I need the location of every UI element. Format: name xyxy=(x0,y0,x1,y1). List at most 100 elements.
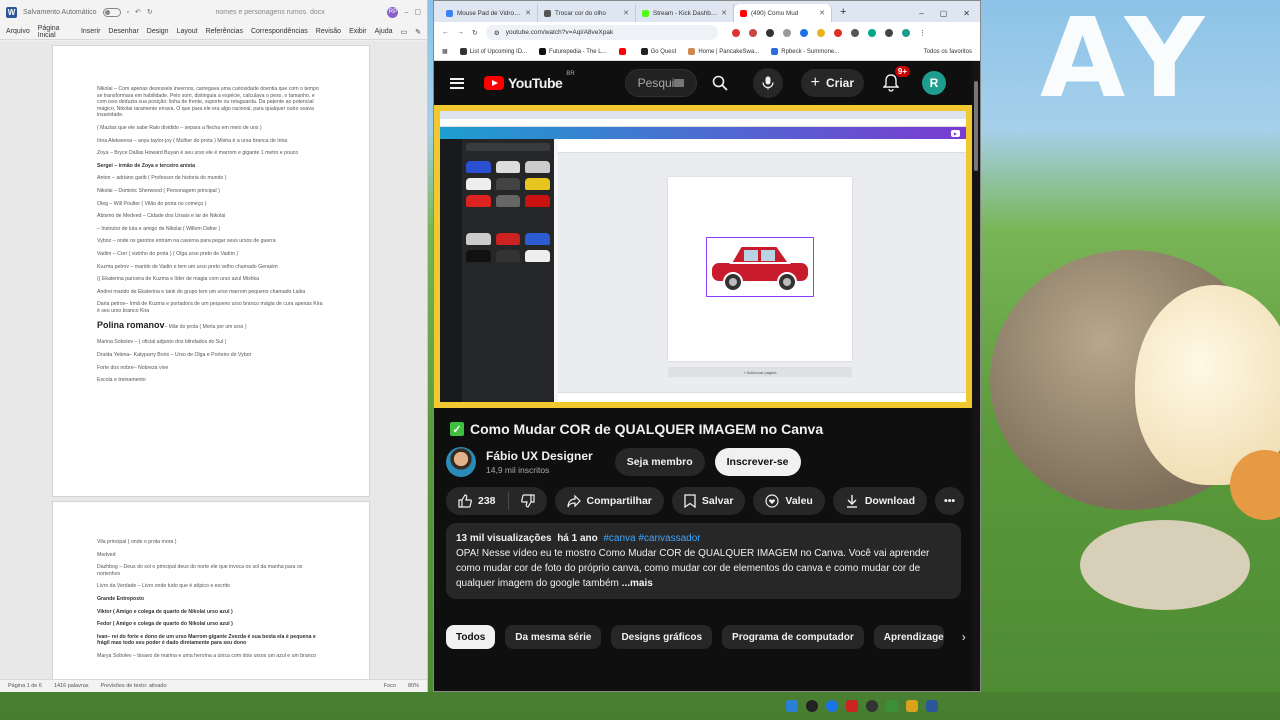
menu-dots-icon[interactable]: ⋮ xyxy=(919,29,926,37)
extension-icon[interactable] xyxy=(782,28,791,37)
paragraph[interactable]: Nikolai – Com apenas dezesseis invernos,… xyxy=(97,86,325,119)
keyboard-icon[interactable] xyxy=(674,79,684,87)
video-frame[interactable]: ▶ + Adicionar página xyxy=(440,111,966,402)
paragraph[interactable]: Irina Alekseeva – anya taylor-joy ( Mulh… xyxy=(97,138,325,145)
menu-arquivo[interactable]: Arquivo xyxy=(6,28,30,35)
paragraph[interactable]: – Instrutor de luta e amigo de Nikolai (… xyxy=(97,226,325,233)
puzzle-icon[interactable] xyxy=(884,28,893,37)
browser-tab[interactable]: Mouse Pad de Vidro GLA ✕ xyxy=(440,4,538,22)
folder-icon[interactable] xyxy=(906,700,918,712)
chip-same-series[interactable]: Da mesma série xyxy=(505,625,602,649)
app-icon[interactable] xyxy=(886,700,898,712)
paragraph[interactable]: (( Ekaterina parceira de Kuzma e líder d… xyxy=(97,276,325,283)
editing-icon[interactable]: ✎ xyxy=(415,28,421,36)
all-bookmarks-folder[interactable]: Todos os favoritos xyxy=(924,49,972,55)
join-button[interactable]: Seja membro xyxy=(614,448,705,476)
comments-icon[interactable]: ▭ xyxy=(401,28,408,36)
menu-inserir[interactable]: Inserir xyxy=(81,28,100,35)
document-page-2[interactable]: Vila principal ( onde o prota mora ) Medv… xyxy=(52,501,370,679)
maximize-icon[interactable]: ▢ xyxy=(940,9,948,18)
more-actions-button[interactable]: ••• xyxy=(935,487,965,515)
extension-icon[interactable] xyxy=(731,28,740,37)
profile-icon[interactable] xyxy=(901,28,910,37)
extension-icon[interactable] xyxy=(765,28,774,37)
new-tab-icon[interactable]: + xyxy=(832,6,854,22)
browser-tab[interactable]: Stream - Kick Dashboard ✕ xyxy=(636,4,734,22)
account-avatar[interactable]: R xyxy=(922,71,947,95)
video-description[interactable]: 13 mil visualizações há 1 ano #canva #ca… xyxy=(446,523,961,599)
paragraph[interactable]: Fedor ( Amigo e colega de quarto do Niko… xyxy=(97,621,325,628)
subscribe-button[interactable]: Inscrever-se xyxy=(714,448,801,476)
document-page-1[interactable]: Nikolai – Com apenas dezesseis invernos,… xyxy=(52,45,370,497)
paragraph[interactable]: Marya Sobolev – bisavo de marina e uma h… xyxy=(97,653,325,660)
extension-icon[interactable] xyxy=(816,28,825,37)
text-predictions[interactable]: Previsões de texto: ativado xyxy=(101,683,167,689)
undo-icon[interactable]: ↶ xyxy=(135,8,141,16)
paragraph[interactable]: Viktor ( Amigo e colega de quarto de Nik… xyxy=(97,609,325,616)
paragraph[interactable]: Forte dos nobre– Nobreza vive xyxy=(97,365,325,372)
download-button[interactable]: Download xyxy=(832,487,928,515)
maximize-icon[interactable]: ▢ xyxy=(414,8,421,16)
paragraph[interactable]: Medved xyxy=(97,552,325,559)
menu-desenhar[interactable]: Desenhar xyxy=(108,28,138,35)
windows-icon[interactable] xyxy=(786,700,798,712)
video-player[interactable]: ▶ + Adicionar página xyxy=(434,105,972,408)
extension-icon[interactable] xyxy=(748,28,757,37)
menu-correspondencias[interactable]: Correspondências xyxy=(251,28,308,35)
menu-ajuda[interactable]: Ajuda xyxy=(375,28,393,35)
paragraph[interactable]: Abismo de Medved – Cidade dos Ursais e l… xyxy=(97,213,325,220)
apps-icon[interactable]: ▦ xyxy=(442,48,448,55)
close-icon[interactable]: ✕ xyxy=(963,9,970,18)
browser-tab[interactable]: (490) Como Mud ✕ xyxy=(734,4,832,22)
paragraph[interactable]: Vyboz – onde os garotos entram na cavern… xyxy=(97,238,325,245)
menu-exibir[interactable]: Exibir xyxy=(349,28,367,35)
zoom-level[interactable]: 80% xyxy=(408,683,419,689)
back-icon[interactable]: ← xyxy=(442,29,449,36)
channel-name[interactable]: Fábio UX Designer xyxy=(486,449,593,463)
document-canvas[interactable]: Nikolai – Com apenas dezesseis invernos,… xyxy=(0,41,427,679)
channel-avatar[interactable] xyxy=(446,447,476,477)
document-title[interactable]: nomes e personagens rumos. docx xyxy=(159,9,382,16)
page-count[interactable]: Página 1 de 6 xyxy=(8,683,42,689)
chip-all[interactable]: Todos xyxy=(446,625,496,649)
like-button[interactable]: 238 xyxy=(446,487,508,515)
notifications-button[interactable]: 9+ xyxy=(880,66,911,94)
chrome-icon[interactable] xyxy=(826,700,838,712)
word-tray-icon[interactable] xyxy=(926,700,938,712)
extension-icon[interactable] xyxy=(850,28,859,37)
youtube-tray-icon[interactable] xyxy=(846,700,858,712)
paragraph[interactable]: Ivan– rei do forte e dono de um urso Mar… xyxy=(97,634,325,647)
save-icon[interactable]: ▫ xyxy=(127,9,129,16)
chip-learning[interactable]: Aprendizagem xyxy=(873,625,944,649)
page-scrollbar[interactable] xyxy=(972,61,980,691)
paragraph[interactable]: Daria petrov– Irmã de Kuzma e portadora … xyxy=(97,301,325,314)
capcut-icon[interactable] xyxy=(866,700,878,712)
paragraph[interactable]: Vadim – Crer ( vizinho do prota ) ( Olga… xyxy=(97,251,325,258)
menu-design[interactable]: Design xyxy=(147,28,169,35)
paragraph[interactable]: Grande Entreposto xyxy=(97,596,325,603)
extension-icon[interactable] xyxy=(799,28,808,37)
paragraph[interactable]: Marina Sobolev – ( oficial adjunto dos b… xyxy=(97,339,325,346)
bookmark-item[interactable]: Go Quest xyxy=(640,48,676,55)
paragraph[interactable]: Vila principal ( onde o prota mora ) xyxy=(97,539,325,546)
redo-icon[interactable]: ↻ xyxy=(147,8,153,16)
create-button[interactable]: + Criar xyxy=(800,69,865,97)
hashtags[interactable]: #canva #canvassador xyxy=(603,533,700,544)
bookmark-item[interactable] xyxy=(618,48,629,55)
site-info-icon[interactable]: ⚙ xyxy=(494,29,500,37)
url-field[interactable]: ⚙ youtube.com/watch?v=Aqi/A8veXpak xyxy=(485,25,718,40)
paragraph[interactable]: Kuzma petrov – marido de Vadin e tem um … xyxy=(97,264,325,271)
paragraph[interactable]: Escola e treinamento xyxy=(97,377,325,384)
paragraph[interactable]: Dazhbog – Deus do sol e principal deus d… xyxy=(97,564,325,577)
chevron-right-icon[interactable]: › xyxy=(954,625,974,649)
focus-button[interactable]: Foco xyxy=(384,683,396,689)
thanks-button[interactable]: Valeu xyxy=(753,487,825,515)
minimize-icon[interactable]: – xyxy=(919,9,923,18)
menu-icon[interactable] xyxy=(450,77,464,89)
paragraph[interactable]: Oleg – Will Poulter ( Vilão do prota no … xyxy=(97,201,325,208)
user-avatar[interactable]: RP xyxy=(387,6,399,18)
share-button[interactable]: Compartilhar xyxy=(554,487,664,515)
paragraph[interactable]: Druida Yelena– Katyparry Boris – Urso de… xyxy=(97,352,325,359)
search-button[interactable] xyxy=(705,68,735,98)
scrollbar-thumb[interactable] xyxy=(974,81,978,171)
